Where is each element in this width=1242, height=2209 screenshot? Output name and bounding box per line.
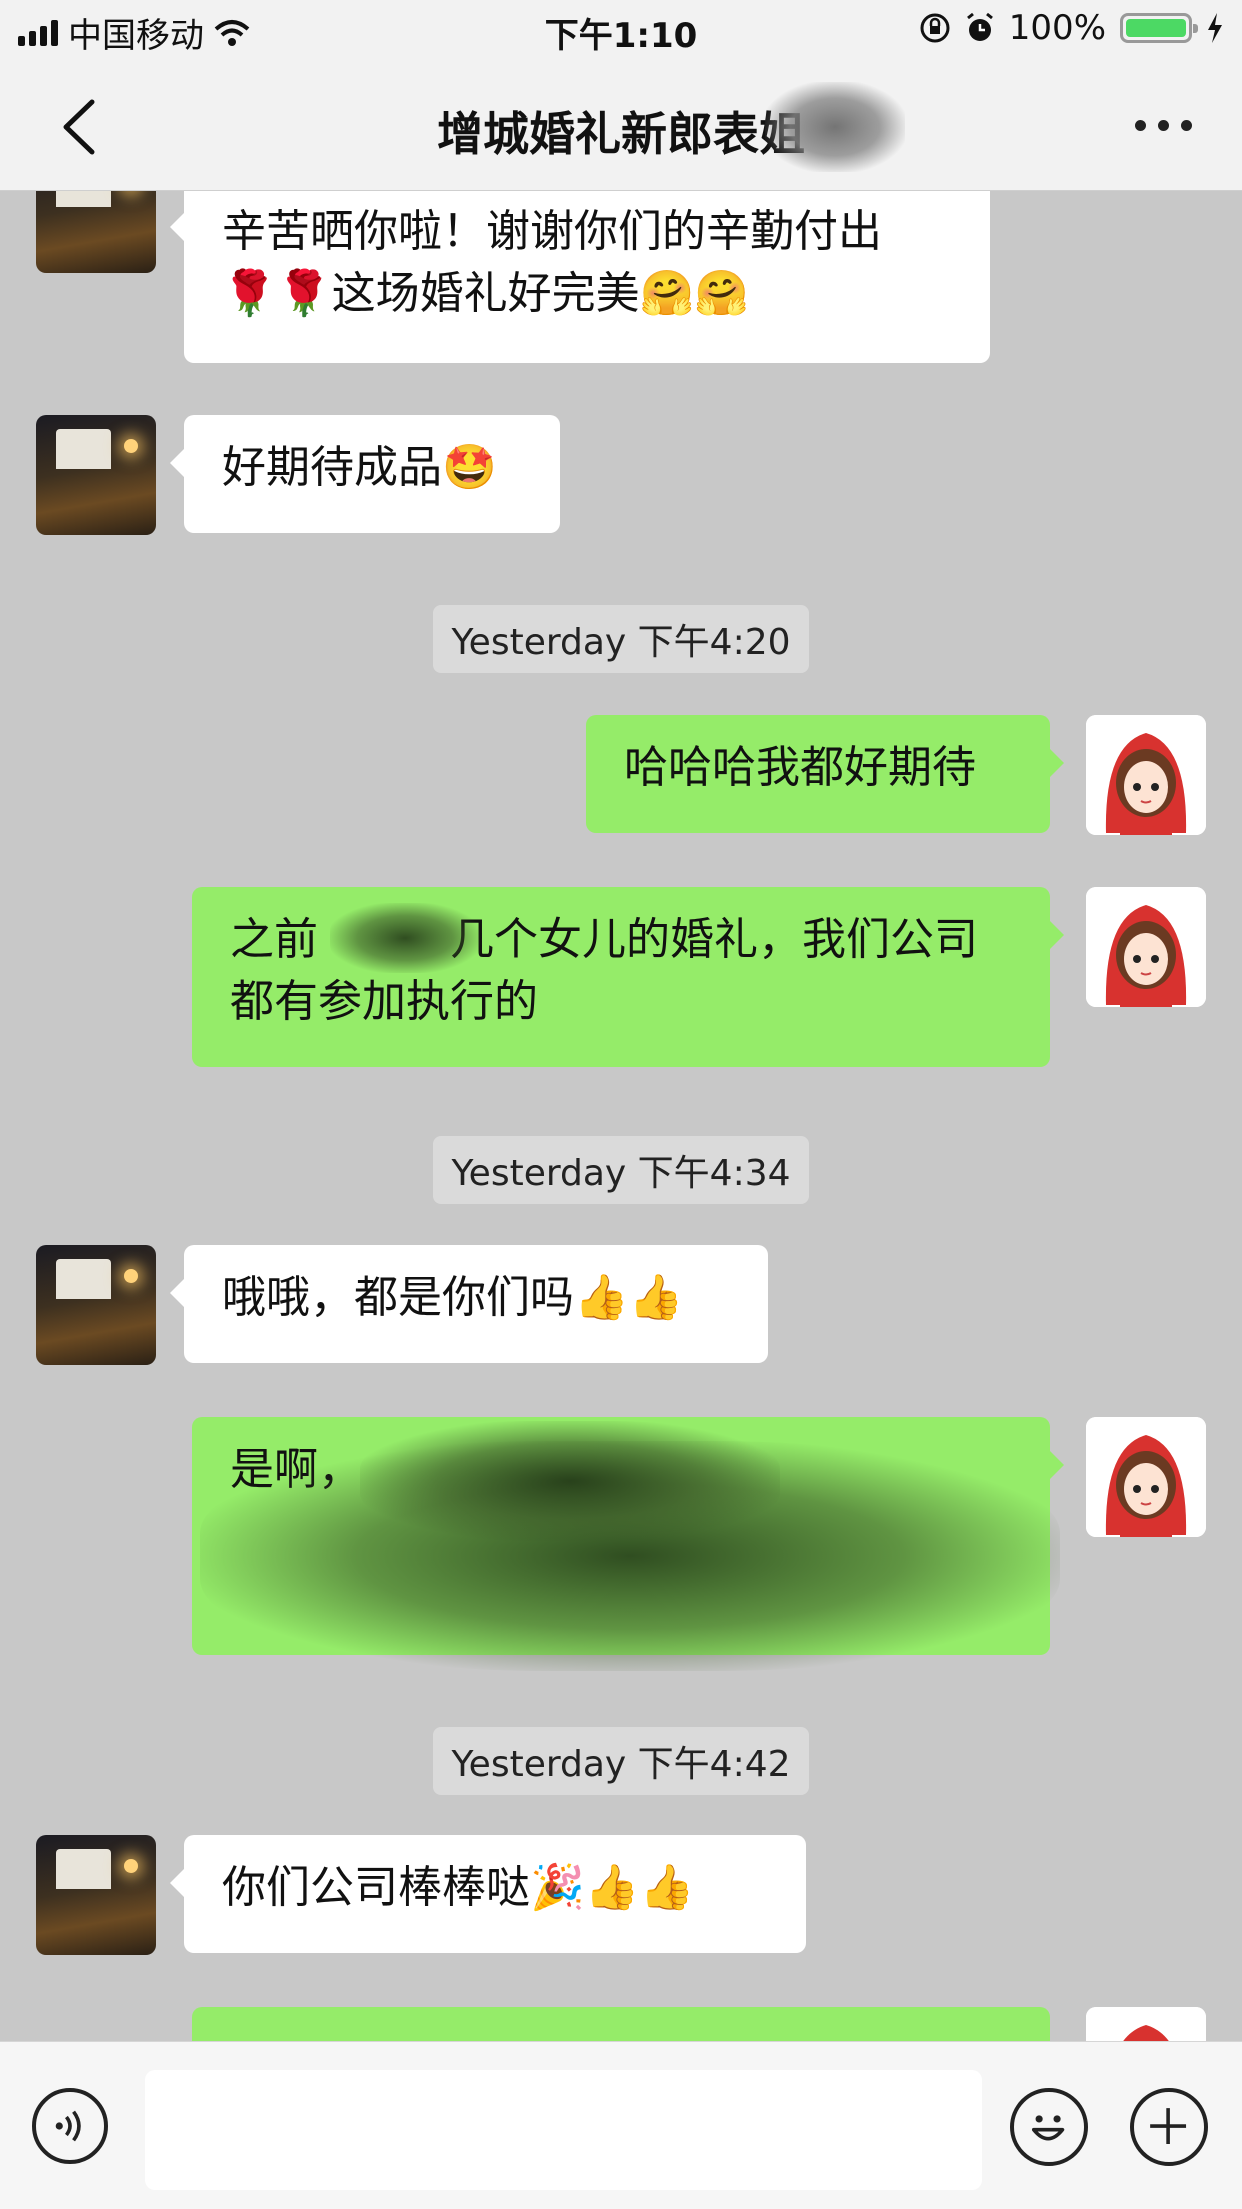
more-functions-button[interactable] bbox=[1130, 2088, 1208, 2166]
input-bar bbox=[0, 2041, 1242, 2209]
message-bubble-outgoing[interactable] bbox=[192, 2007, 1050, 2041]
message-bubble-outgoing[interactable]: 之前 几个女儿的婚礼，我们公司 都有参加执行的 bbox=[192, 887, 1064, 1067]
chat-title: 增城婚礼新郎表姐 bbox=[437, 107, 805, 161]
contact-avatar[interactable] bbox=[36, 1245, 156, 1365]
alarm-icon bbox=[966, 12, 993, 41]
charging-bolt-icon bbox=[1208, 13, 1222, 43]
message-bubble-incoming[interactable]: 好期待成品🤩 bbox=[170, 415, 560, 533]
user-avatar[interactable] bbox=[1086, 887, 1206, 1007]
redaction-blur bbox=[360, 1421, 780, 1541]
timestamp: Yesterday 下午4:20 bbox=[0, 605, 1242, 673]
voice-input-button[interactable] bbox=[32, 2088, 108, 2164]
message-bubble-outgoing[interactable]: 哈哈哈我都好期待 bbox=[586, 715, 1064, 833]
contact-avatar[interactable] bbox=[36, 1835, 156, 1955]
status-right: 100% bbox=[919, 8, 1224, 48]
user-avatar[interactable] bbox=[1086, 1417, 1206, 1537]
emoji-icon bbox=[1031, 2115, 1065, 2141]
status-bar: 中国移动 下午1:10 100% bbox=[0, 0, 1242, 62]
user-avatar[interactable] bbox=[1086, 715, 1206, 835]
contact-avatar[interactable] bbox=[36, 415, 156, 535]
voice-icon bbox=[55, 2110, 81, 2142]
redaction-blur bbox=[330, 903, 480, 973]
message-bubble-incoming[interactable]: 辛苦晒你啦！谢谢你们的辛勤付出 🌹🌹这场婚礼好完美🤗🤗 bbox=[170, 191, 990, 363]
timestamp: Yesterday 下午4:34 bbox=[0, 1136, 1242, 1204]
chat-area[interactable]: 辛苦晒你啦！谢谢你们的辛勤付出 🌹🌹这场婚礼好完美🤗🤗 好期待成品🤩 Yeste… bbox=[0, 191, 1242, 2041]
user-avatar[interactable] bbox=[1086, 2007, 1206, 2041]
message-input[interactable] bbox=[145, 2070, 982, 2190]
more-options-icon[interactable] bbox=[1135, 120, 1192, 131]
battery-icon bbox=[1120, 13, 1198, 43]
message-bubble-incoming[interactable]: 你们公司棒棒哒🎉👍👍 bbox=[170, 1835, 806, 1953]
nav-bar: 增城婚礼新郎表姐 bbox=[0, 62, 1242, 191]
rotation-lock-icon bbox=[920, 13, 950, 43]
battery-percent: 100% bbox=[1008, 8, 1106, 48]
plus-icon bbox=[1150, 2108, 1187, 2145]
emoji-button[interactable] bbox=[1010, 2088, 1088, 2166]
contact-avatar[interactable] bbox=[36, 191, 156, 273]
redacted-title-blur bbox=[765, 82, 905, 172]
timestamp: Yesterday 下午4:42 bbox=[0, 1727, 1242, 1795]
message-bubble-incoming[interactable]: 哦哦，都是你们吗👍👍 bbox=[170, 1245, 768, 1363]
